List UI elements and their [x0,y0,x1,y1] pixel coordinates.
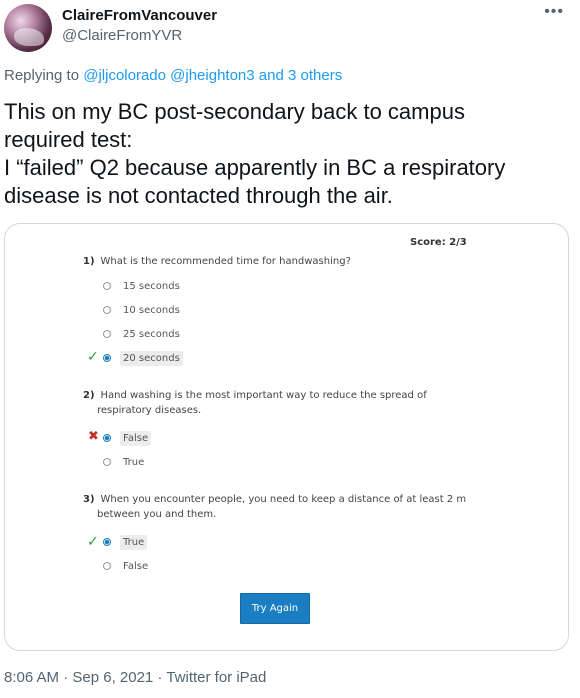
replying-prefix: Replying to [4,67,84,84]
checkmark-icon: ✓ [87,534,99,550]
question-text: When you encounter people, you need to k… [100,494,467,505]
question-text: What is the recommended time for handwas… [100,256,351,267]
replying-to: Replying to @jljcolorado @jheighton3 and… [4,67,342,84]
option-radio-selected: True [103,533,148,551]
option-radio-selected: False [103,429,152,447]
radio-selected-icon [103,538,111,546]
option-radio: False [103,557,151,575]
reply-user-link[interactable]: @jljcolorado [83,67,166,84]
question-number: 2) [83,390,95,401]
radio-selected-icon [103,354,111,362]
option-label: 10 seconds [123,304,180,316]
question-text: between you and them. [97,509,217,520]
radio-icon [103,458,111,466]
question-3: 3) When you encounter people, you need to… [83,492,466,522]
option-radio-selected: 20 seconds [103,349,183,367]
radio-icon [103,562,111,570]
radio-icon [103,330,111,338]
tweet-text-line: required test: [4,127,133,152]
radio-icon [103,306,111,314]
question-text: Hand washing is the most important way t… [100,390,427,401]
try-again-button: Try Again [240,593,310,624]
option-label: True [120,534,148,550]
tweet-media-image[interactable]: Score: 2/3 1) What is the recommended tim… [4,223,569,651]
question-text: respiratory diseases. [97,405,202,416]
tweet-text: This on my BC post-secondary back to cam… [4,98,564,210]
option-label: False [123,560,149,572]
option-label: False [120,430,152,446]
option-label: 20 seconds [120,350,183,366]
option-radio: True [103,453,147,471]
display-name[interactable]: ClaireFromVancouver [62,7,217,24]
avatar[interactable] [4,4,52,52]
quiz-score: Score: 2/3 [410,237,467,248]
question-line: 3) When you encounter people, you need to… [83,492,466,507]
option-radio: 15 seconds [103,277,183,295]
user-handle[interactable]: @ClaireFromYVR [62,27,182,44]
question-1: 1) What is the recommended time for handw… [83,254,351,269]
checkmark-icon: ✓ [87,349,99,365]
option-label: True [123,456,145,468]
reply-user-link[interactable]: @jheighton3 [170,67,254,84]
question-line: 2) Hand washing is the most important way… [83,388,427,403]
tweet-timestamp[interactable]: 8:06 AM · Sep 6, 2021 · Twitter for iPad [4,669,266,686]
tweet-text-line: disease is not contacted through the air… [4,183,393,208]
question-2: 2) Hand washing is the most important way… [83,388,427,418]
question-number: 3) [83,494,95,505]
tweet-text-line: I “failed” Q2 because apparently in BC a… [4,155,506,180]
more-dots-icon[interactable]: ••• [544,4,564,20]
cross-icon: ✖ [88,429,99,444]
option-radio: 10 seconds [103,301,183,319]
option-radio: 25 seconds [103,325,183,343]
option-label: 25 seconds [123,328,180,340]
quiz-screenshot: Score: 2/3 1) What is the recommended tim… [5,224,568,650]
radio-selected-icon [103,434,111,442]
question-number: 1) [83,256,95,267]
tweet-text-line: This on my BC post-secondary back to cam… [4,99,465,124]
reply-others-link[interactable]: and 3 others [259,67,342,84]
radio-icon [103,282,111,290]
option-label: 15 seconds [123,280,180,292]
